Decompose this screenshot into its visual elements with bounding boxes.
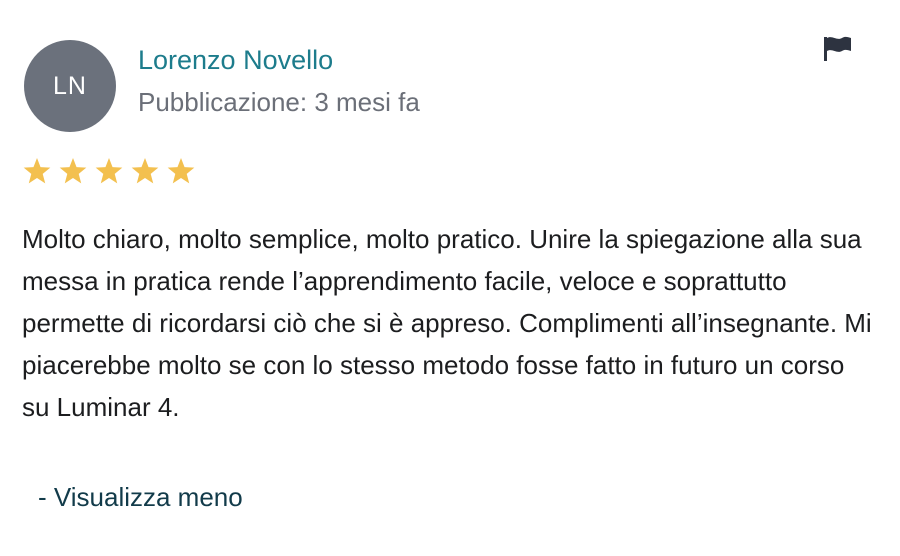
review-card: LN Lorenzo Novello Pubblicazione: 3 mesi… xyxy=(0,0,900,556)
publication-date: Pubblicazione: 3 mesi fa xyxy=(138,87,420,117)
avatar-initials: LN xyxy=(53,71,87,100)
star-icon xyxy=(131,158,159,184)
star-icon xyxy=(167,158,195,184)
reviewer-name[interactable]: Lorenzo Novello xyxy=(138,42,333,78)
star-rating xyxy=(22,156,196,186)
flag-icon[interactable] xyxy=(820,34,854,64)
avatar: LN xyxy=(24,40,116,132)
review-text: Molto chiaro, molto semplice, molto prat… xyxy=(22,224,872,422)
star-icon xyxy=(95,158,123,184)
star-icon xyxy=(59,158,87,184)
show-less-link[interactable]: - Visualizza meno xyxy=(38,478,243,516)
star-icon xyxy=(23,158,51,184)
